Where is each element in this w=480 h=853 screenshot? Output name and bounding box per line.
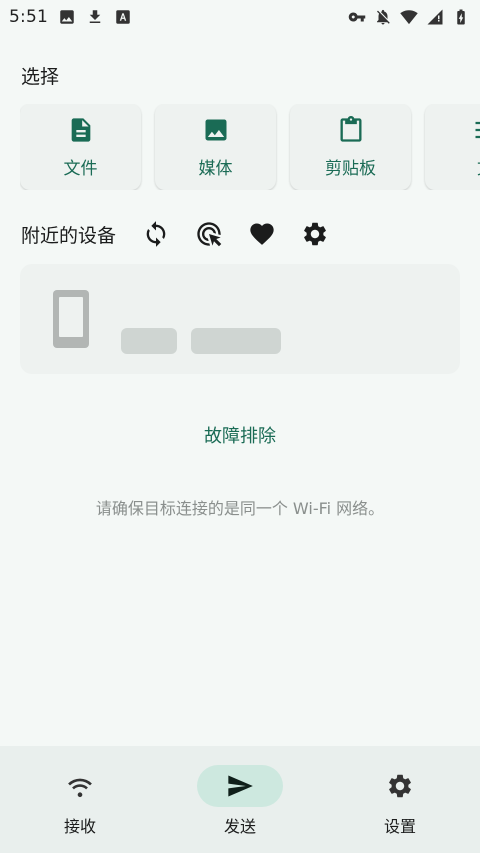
nearby-actions	[142, 220, 329, 248]
device-placeholder-card	[20, 264, 460, 374]
refresh-icon[interactable]	[142, 220, 170, 248]
text-icon	[475, 121, 480, 138]
download-icon	[89, 10, 101, 23]
status-left: 5:51	[9, 7, 132, 27]
font-app-icon	[116, 10, 130, 24]
cellular-icon	[427, 9, 443, 25]
nav-send[interactable]: 发送	[160, 746, 320, 837]
select-media-button[interactable]: 媒体	[155, 104, 276, 190]
nav-send-label: 发送	[223, 817, 256, 836]
nearby-header: 附近的设备	[21, 218, 329, 250]
image-icon	[205, 119, 226, 140]
wifi-icon	[400, 10, 418, 25]
nearby-title: 附近的设备	[21, 224, 117, 247]
battery-icon	[457, 9, 465, 25]
nav-receive-pill	[37, 765, 123, 807]
skeleton-line-short	[121, 328, 177, 354]
select-track: 文件 媒体 剪贴板 文	[20, 104, 480, 190]
select-file-button[interactable]: 文件	[20, 104, 141, 190]
nav-receive[interactable]: 接收	[0, 746, 160, 837]
select-media-label: 媒体	[198, 158, 233, 179]
image-icon	[60, 10, 74, 24]
settings-icon	[389, 774, 411, 798]
send-icon	[228, 775, 253, 797]
status-time: 5:51	[9, 7, 48, 27]
vpn-key-icon	[348, 12, 366, 22]
nav-settings-pill	[357, 765, 443, 807]
select-text-button[interactable]: 文	[425, 104, 480, 190]
select-title: 选择	[21, 66, 60, 88]
nav-send-pill	[197, 765, 283, 807]
nav-receive-label: 接收	[63, 817, 96, 836]
skeleton-line-long	[191, 328, 281, 354]
nav-settings[interactable]: 设置	[320, 746, 480, 837]
nav-settings-label: 设置	[383, 817, 416, 836]
status-bar: 5:51	[0, 0, 480, 34]
select-clipboard-button[interactable]: 剪贴板	[290, 104, 411, 190]
select-clipboard-label: 剪贴板	[325, 158, 376, 179]
select-row[interactable]: 文件 媒体 剪贴板 文	[20, 104, 480, 190]
notifications-off-icon	[377, 9, 390, 25]
file-icon	[71, 117, 90, 142]
status-right	[348, 8, 470, 26]
select-file-label: 文件	[63, 158, 98, 179]
clipboard-icon	[340, 115, 361, 142]
bottom-nav: 接收 发送 设置	[0, 746, 480, 853]
troubleshoot-link[interactable]: 故障排除	[0, 422, 480, 448]
favorite-icon[interactable]	[248, 220, 276, 248]
wifi-receive-icon	[68, 778, 92, 798]
network-hint-text: 请确保目标连接的是同一个 Wi-Fi 网络。	[95, 499, 385, 518]
target-cursor-icon[interactable]	[195, 220, 223, 248]
settings-icon[interactable]	[301, 220, 329, 248]
smartphone-icon	[53, 290, 89, 348]
